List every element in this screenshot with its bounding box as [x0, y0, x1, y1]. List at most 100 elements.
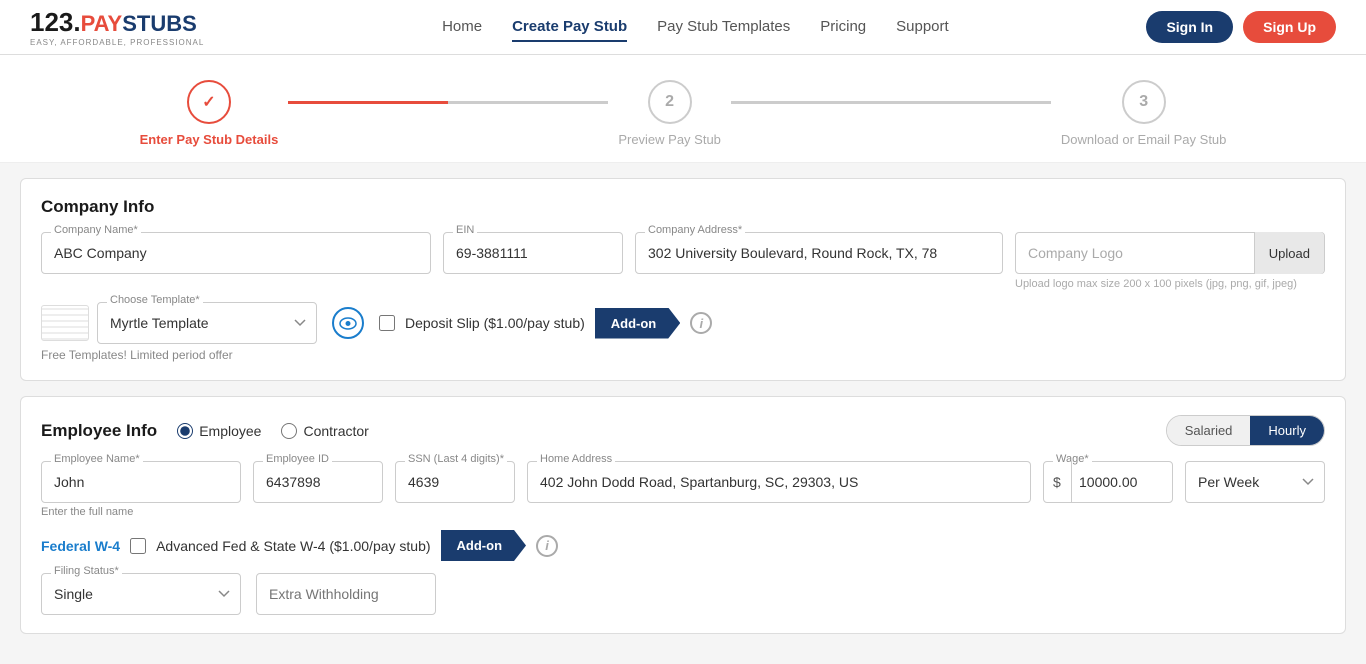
per-week-group: Per Week Per Month Per Year: [1185, 461, 1325, 503]
deposit-row: Deposit Slip ($1.00/pay stub) Add-on i: [379, 308, 712, 339]
ssn-input[interactable]: [395, 461, 515, 503]
home-address-input[interactable]: [527, 461, 1031, 503]
template-preview-icon: [41, 305, 89, 341]
ein-input[interactable]: [443, 232, 623, 274]
signin-button[interactable]: Sign In: [1146, 11, 1233, 43]
logo-upload-text: Company Logo: [1028, 245, 1123, 261]
logo-tagline: EASY, AFFORDABLE, PROFESSIONAL: [30, 38, 204, 47]
nav-pay-stub-templates[interactable]: Pay Stub Templates: [657, 13, 790, 42]
employee-info-title: Employee Info: [41, 421, 157, 441]
ssn-label: SSN (Last 4 digits)*: [405, 453, 507, 465]
hourly-button[interactable]: Hourly: [1250, 416, 1324, 445]
header-buttons: Sign In Sign Up: [1146, 11, 1336, 43]
contractor-radio[interactable]: [281, 423, 297, 439]
signup-button[interactable]: Sign Up: [1243, 11, 1336, 43]
template-select-group: Choose Template* Myrtle Template: [41, 302, 317, 344]
progress-steps: ✓ Enter Pay Stub Details 2 Preview Pay S…: [0, 55, 1366, 163]
employee-info-header: Employee Info Employee Contractor Salari…: [41, 415, 1325, 446]
company-info-title: Company Info: [41, 197, 1325, 217]
company-name-group: Company Name*: [41, 232, 431, 274]
deposit-label: Deposit Slip ($1.00/pay stub): [405, 315, 585, 331]
advanced-w4-checkbox[interactable]: [130, 538, 146, 554]
federal-w4-label: Federal W-4: [41, 538, 120, 554]
emp-name-label: Employee Name*: [51, 453, 143, 465]
addon-w4-button[interactable]: Add-on: [441, 530, 526, 561]
contractor-radio-group[interactable]: Contractor: [281, 423, 368, 439]
filing-status-label: Filing Status*: [51, 565, 122, 577]
step-2-circle: 2: [648, 80, 692, 124]
company-address-label: Company Address*: [645, 224, 745, 236]
company-address-group: Company Address*: [635, 232, 1003, 274]
upload-button[interactable]: Upload: [1254, 232, 1324, 274]
emp-id-group: Employee ID: [253, 461, 383, 503]
company-name-label: Company Name*: [51, 224, 141, 236]
ein-group: EIN: [443, 232, 623, 274]
step-line-1: [288, 101, 608, 104]
logo: 123.PAYSTUBS EASY, AFFORDABLE, PROFESSIO…: [30, 7, 204, 47]
home-address-group: Home Address: [527, 461, 1031, 503]
employee-info-card: Employee Info Employee Contractor Salari…: [20, 396, 1346, 634]
header: 123.PAYSTUBS EASY, AFFORDABLE, PROFESSIO…: [0, 0, 1366, 55]
template-select[interactable]: Myrtle Template: [97, 302, 317, 344]
salaried-button[interactable]: Salaried: [1167, 416, 1251, 445]
main-nav: Home Create Pay Stub Pay Stub Templates …: [244, 13, 1146, 42]
company-form-row-1: Company Name* EIN Company Address* Compa…: [41, 232, 1325, 290]
filing-row: Filing Status* Single Married Married, b…: [41, 573, 1325, 615]
employee-radio[interactable]: [177, 423, 193, 439]
nav-pricing[interactable]: Pricing: [820, 13, 866, 42]
emp-name-input[interactable]: [41, 461, 241, 503]
company-name-input[interactable]: [41, 232, 431, 274]
step-1: ✓ Enter Pay Stub Details: [140, 80, 279, 147]
home-address-label: Home Address: [537, 453, 615, 465]
ein-label: EIN: [453, 224, 477, 236]
step-2: 2 Preview Pay Stub: [618, 80, 721, 147]
contractor-radio-label: Contractor: [303, 423, 368, 439]
ssn-group: SSN (Last 4 digits)*: [395, 461, 515, 503]
nav-support[interactable]: Support: [896, 13, 949, 42]
step-3-label: Download or Email Pay Stub: [1061, 132, 1226, 147]
logo-upload-box: Company Logo Upload: [1015, 232, 1325, 274]
extra-withholding-group: [256, 573, 436, 615]
extra-withholding-input[interactable]: [256, 573, 436, 615]
step-wrapper: ✓ Enter Pay Stub Details 2 Preview Pay S…: [140, 80, 1227, 147]
wage-group: Wage* $: [1043, 461, 1173, 503]
main-content: Company Info Company Name* EIN Company A…: [0, 163, 1366, 664]
eye-icon[interactable]: [332, 307, 364, 339]
salaried-hourly-toggle: Salaried Hourly: [1166, 415, 1325, 446]
company-logo-group: Company Logo Upload Upload logo max size…: [1015, 232, 1325, 290]
nav-home[interactable]: Home: [442, 13, 482, 42]
step-1-label: Enter Pay Stub Details: [140, 132, 279, 147]
emp-name-group: Employee Name* Enter the full name: [41, 461, 241, 518]
logo-stubs: STUBS: [122, 11, 197, 36]
step-line-2: [731, 101, 1051, 104]
info-icon[interactable]: i: [690, 312, 712, 334]
step-3-circle: 3: [1122, 80, 1166, 124]
emp-id-input[interactable]: [253, 461, 383, 503]
template-row: Choose Template* Myrtle Template Deposit…: [41, 302, 1325, 344]
wage-dollar-symbol: $: [1043, 461, 1072, 503]
wage-input-wrapper: $: [1043, 461, 1173, 503]
advanced-w4-label: Advanced Fed & State W-4 ($1.00/pay stub…: [156, 538, 430, 554]
deposit-slip-checkbox[interactable]: [379, 315, 395, 331]
emp-id-label: Employee ID: [263, 453, 332, 465]
employee-radio-label: Employee: [199, 423, 261, 439]
federal-w4-row: Federal W-4 Advanced Fed & State W-4 ($1…: [41, 530, 1325, 561]
company-address-input[interactable]: [635, 232, 1003, 274]
template-select-wrapper: Choose Template* Myrtle Template: [97, 302, 317, 344]
filing-status-select[interactable]: Single Married Married, but withhold at …: [41, 573, 241, 615]
employee-form-row-1: Employee Name* Enter the full name Emplo…: [41, 461, 1325, 518]
w4-info-icon[interactable]: i: [536, 535, 558, 557]
per-week-select[interactable]: Per Week Per Month Per Year: [1185, 461, 1325, 503]
upload-hint: Upload logo max size 200 x 100 pixels (j…: [1015, 278, 1325, 290]
free-offer-text: Free Templates! Limited period offer: [41, 348, 1325, 362]
logo-pay: PAY: [81, 11, 123, 36]
nav-create-pay-stub[interactable]: Create Pay Stub: [512, 13, 627, 42]
company-info-card: Company Info Company Name* EIN Company A…: [20, 178, 1346, 381]
step-1-circle: ✓: [187, 80, 231, 124]
employee-radio-group[interactable]: Employee: [177, 423, 261, 439]
enter-full-name-hint: Enter the full name: [41, 506, 241, 518]
template-select-label: Choose Template*: [107, 294, 203, 306]
step-2-label: Preview Pay Stub: [618, 132, 721, 147]
filing-status-wrapper: Filing Status* Single Married Married, b…: [41, 573, 241, 615]
addon-deposit-button[interactable]: Add-on: [595, 308, 680, 339]
